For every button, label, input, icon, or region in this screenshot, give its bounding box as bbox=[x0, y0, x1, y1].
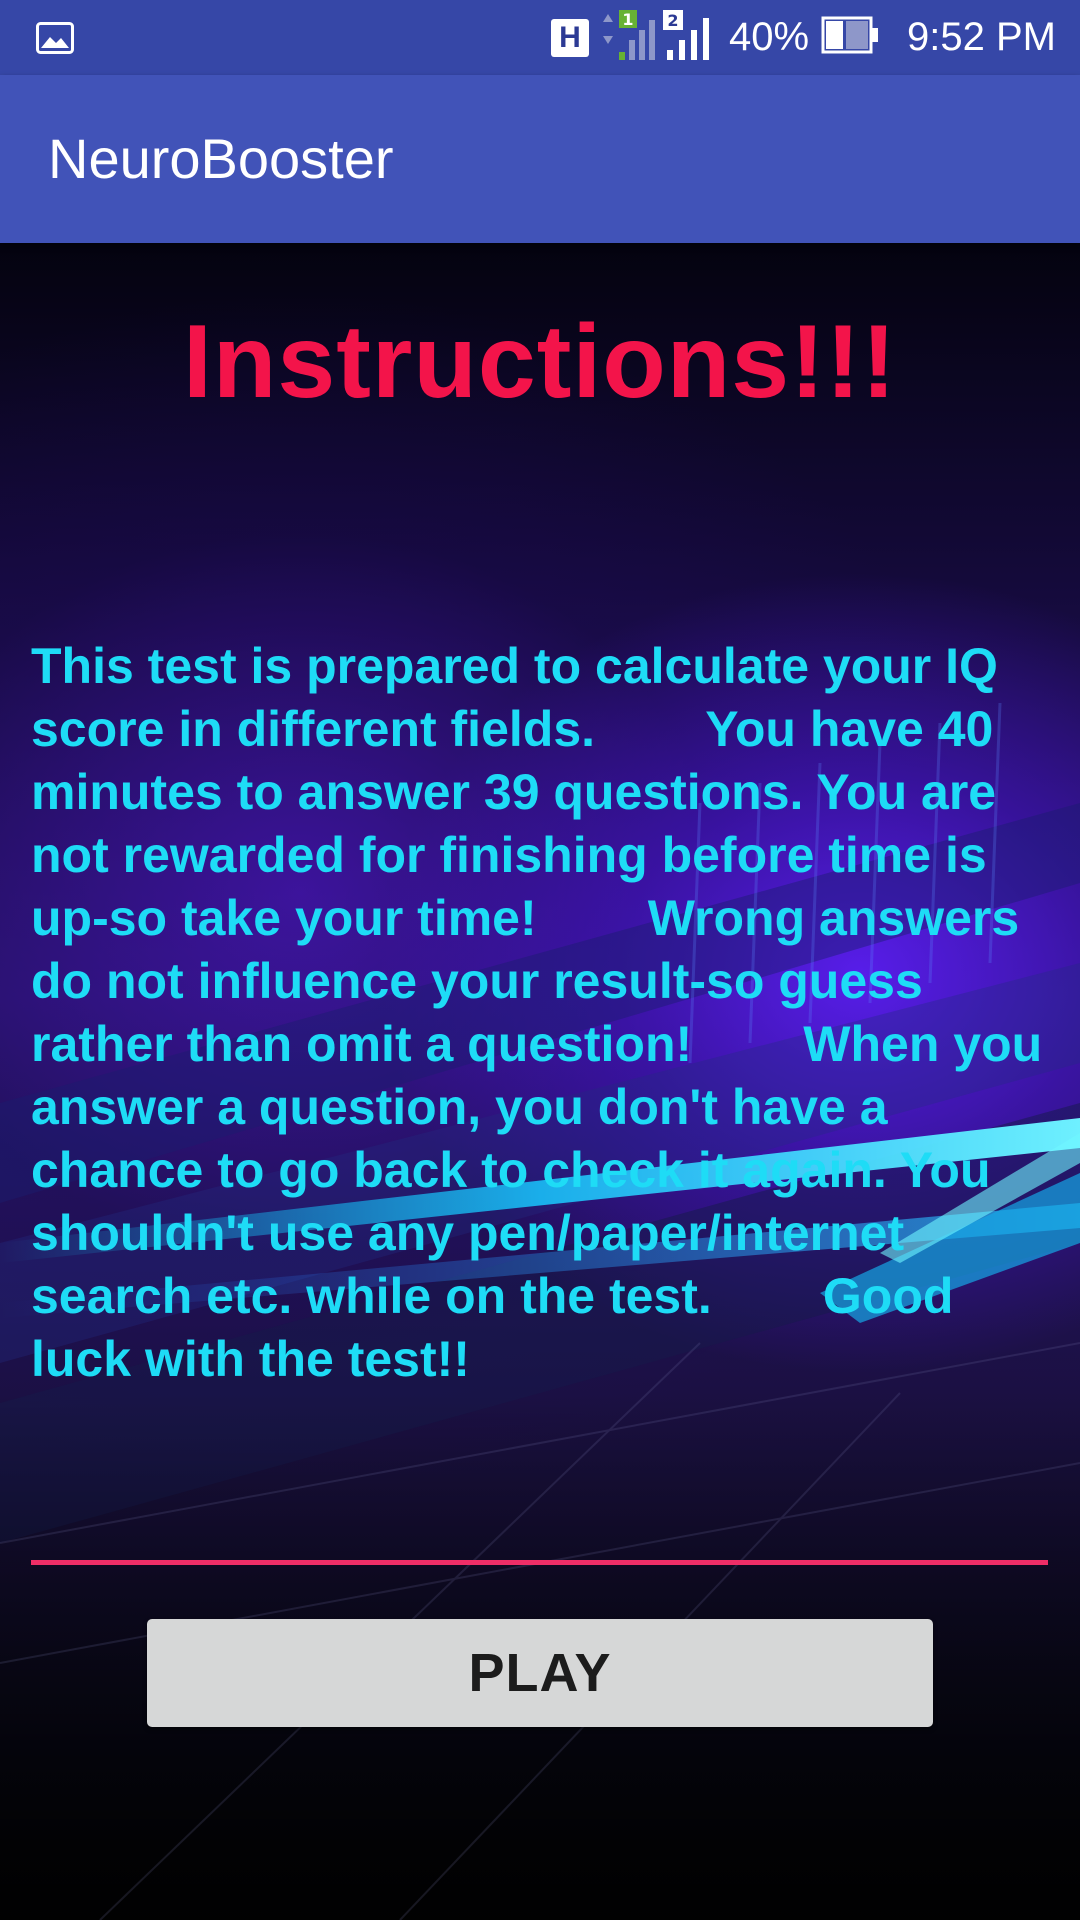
svg-text:1: 1 bbox=[622, 10, 633, 29]
instructions-heading: Instructions!!! bbox=[182, 304, 898, 420]
battery-icon bbox=[821, 16, 879, 59]
instructions-screen: Instructions!!! This test is prepared to… bbox=[0, 243, 1080, 1920]
screen: H 1 2 40% 9:52 PM NeuroBooster Instructi… bbox=[0, 0, 1080, 1920]
instructions-text: This test is prepared to calculate your … bbox=[31, 638, 1057, 1387]
status-bar: H 1 2 40% 9:52 PM bbox=[0, 0, 1080, 75]
divider bbox=[31, 1560, 1048, 1565]
app-bar: NeuroBooster bbox=[0, 75, 1080, 243]
clock: 9:52 PM bbox=[907, 15, 1056, 59]
network-type-icon: H bbox=[550, 18, 589, 57]
signal-sim1-icon: 1 bbox=[597, 8, 655, 67]
svg-text:2: 2 bbox=[667, 11, 678, 30]
signal-sim2-icon: 2 bbox=[662, 8, 717, 67]
status-icons: H 1 2 40% 9:52 PM bbox=[550, 0, 1056, 75]
gallery-icon bbox=[36, 22, 74, 59]
play-button[interactable]: PLAY bbox=[147, 1619, 933, 1727]
app-title: NeuroBooster bbox=[48, 127, 394, 190]
battery-percent: 40% bbox=[728, 15, 810, 59]
